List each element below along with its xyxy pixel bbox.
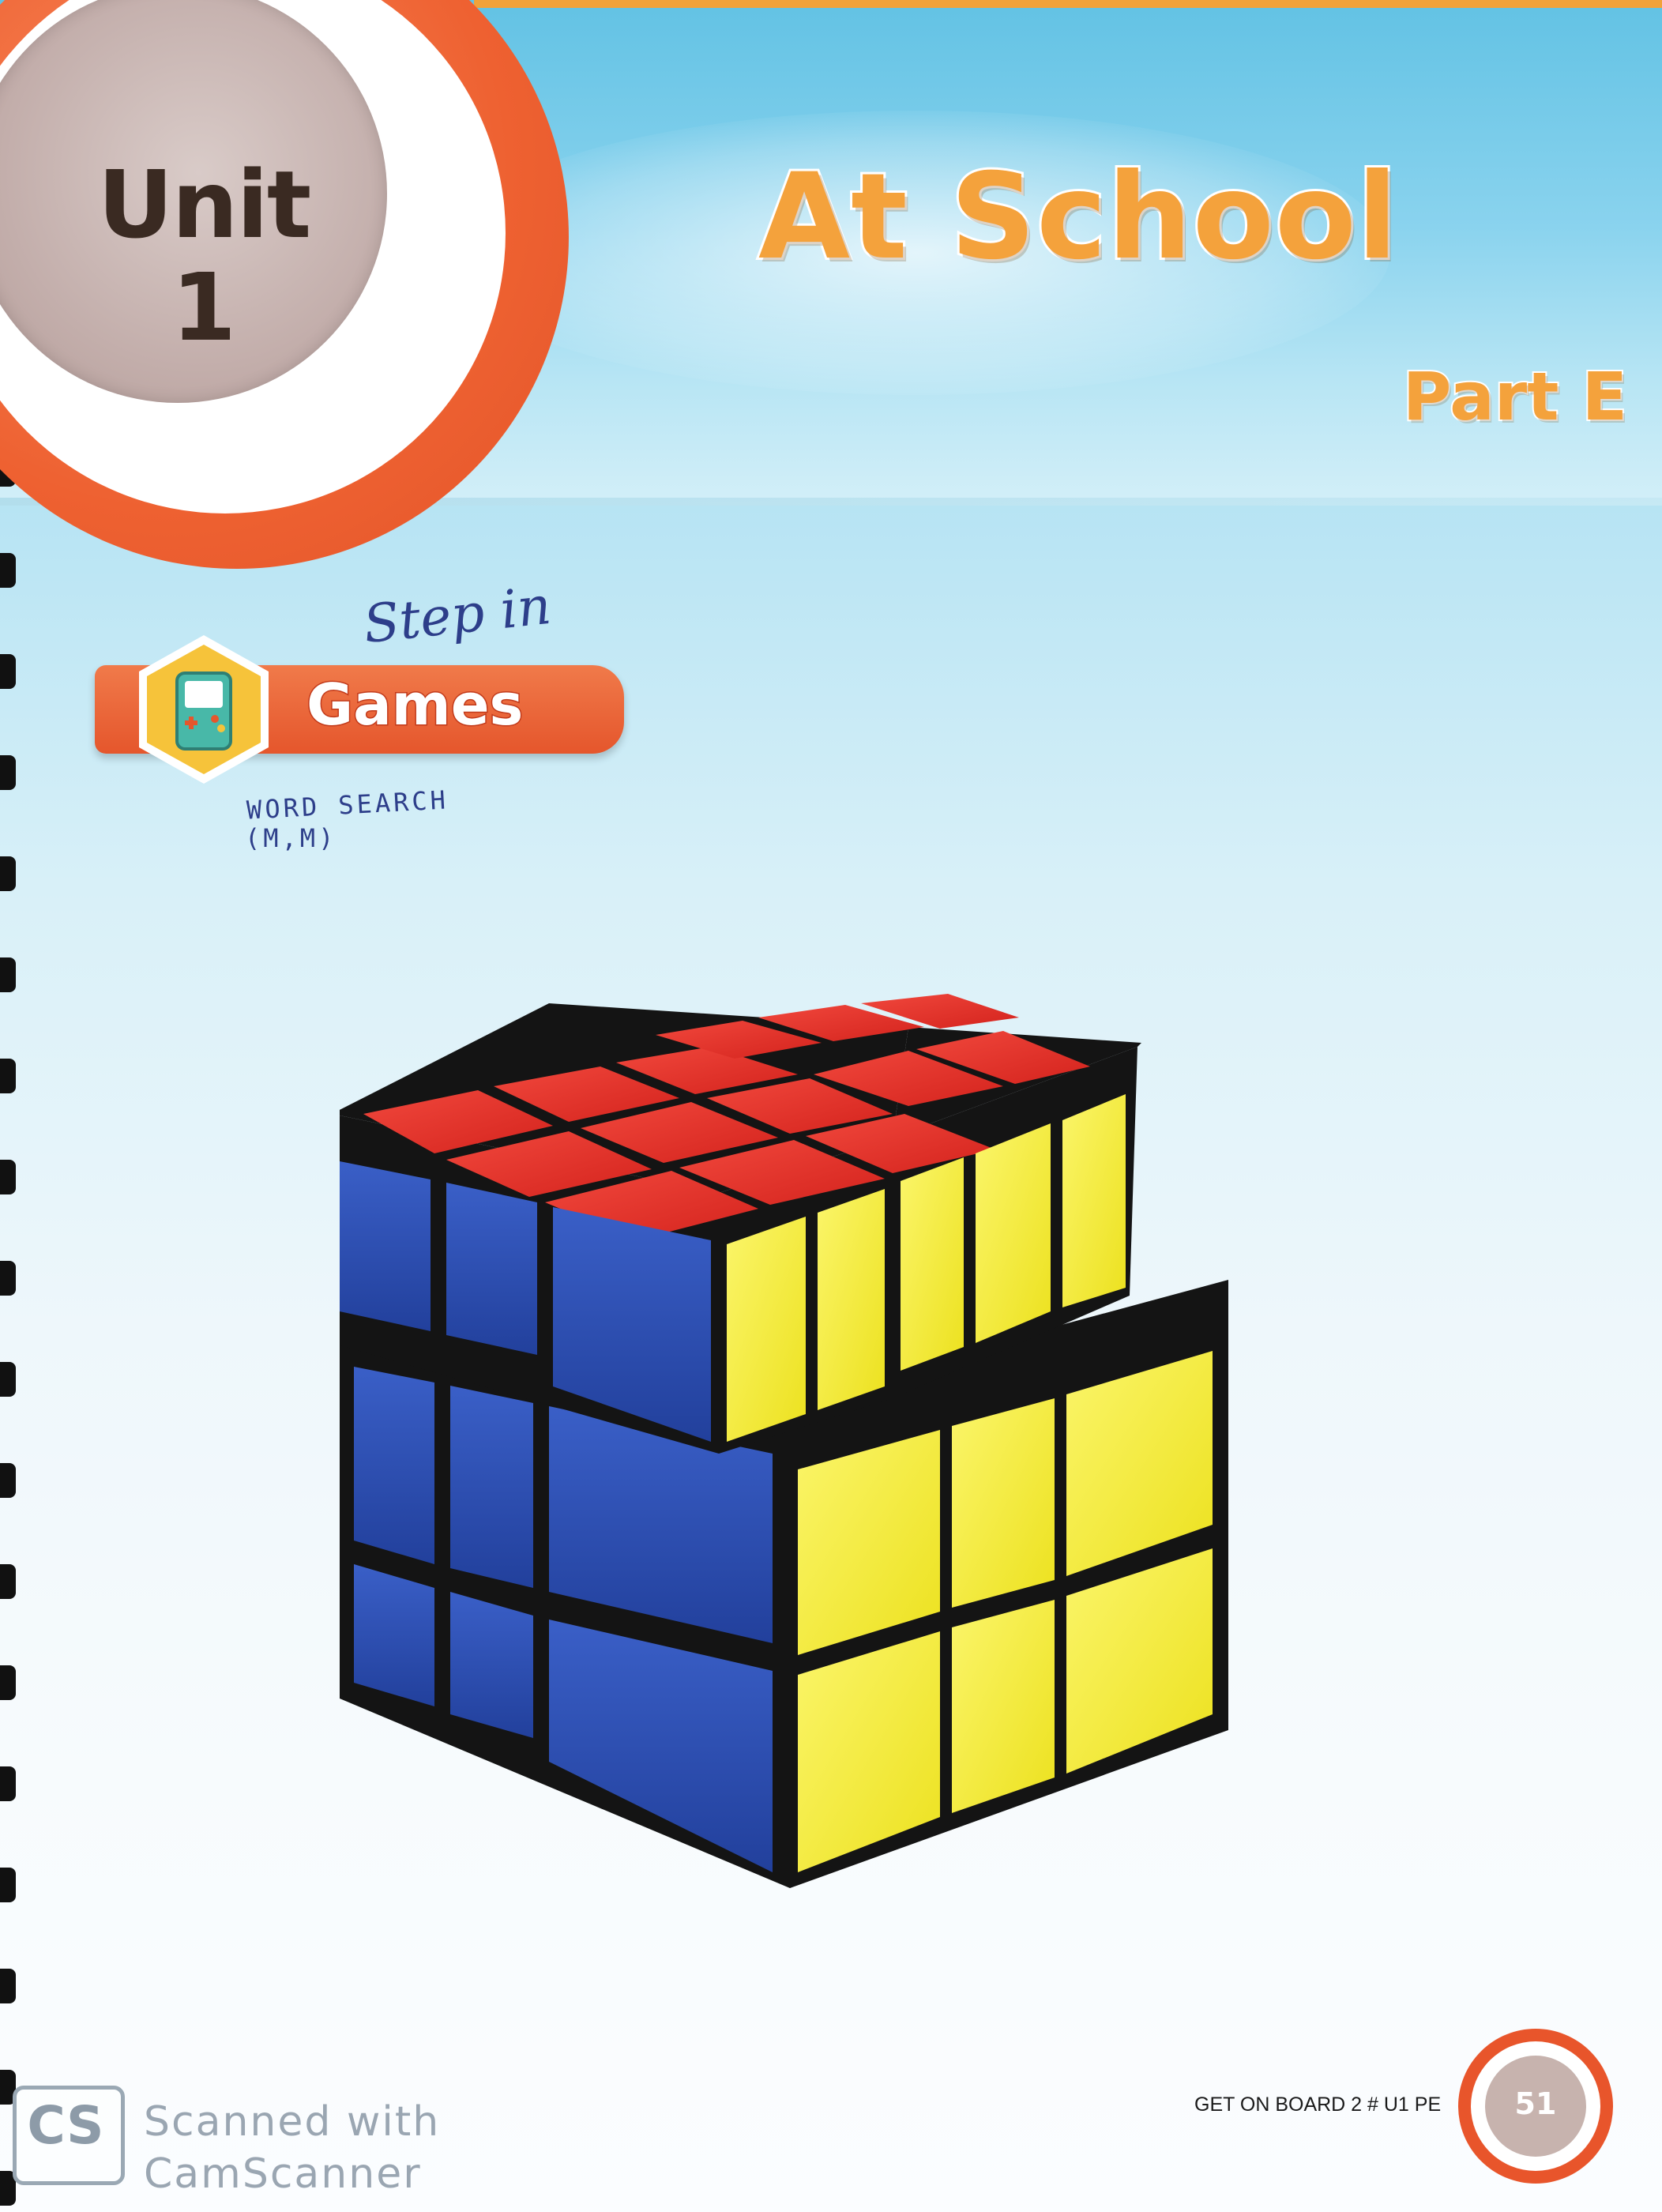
part-label: Part E	[1401, 358, 1629, 435]
binding-ring	[0, 755, 16, 790]
unit-label: Unit	[97, 150, 312, 259]
top-accent-strip	[474, 0, 1662, 8]
binding-ring	[0, 553, 16, 588]
binding-ring	[0, 1261, 16, 1296]
handwritten-note-step: Step in	[360, 574, 555, 656]
binding-ring	[0, 1665, 16, 1700]
watermark-line-2: CamScanner	[144, 2150, 422, 2198]
page-title: At School	[756, 149, 1400, 286]
binding-ring	[0, 1564, 16, 1599]
binding-ring	[0, 957, 16, 992]
unit-number: 1	[171, 253, 237, 362]
camscanner-logo-text: CS	[27, 2095, 104, 2156]
binding-ring	[0, 654, 16, 689]
section-label-games: Games	[306, 672, 525, 738]
textbook-page: Unit 1 At School Part E Games Step in WO…	[0, 0, 1662, 2212]
binding-ring	[0, 1868, 16, 1902]
binding-ring	[0, 1362, 16, 1397]
game-console-icon	[139, 635, 269, 784]
binding-ring	[0, 1160, 16, 1194]
watermark-line-1: Scanned with	[144, 2098, 441, 2146]
binding-ring	[0, 1969, 16, 2003]
binding-ring	[0, 1059, 16, 1093]
rubiks-cube-image	[340, 994, 1228, 1888]
handwritten-note-initials: (M,M)	[245, 823, 337, 853]
binding-ring	[0, 1463, 16, 1498]
page-number: 51	[1514, 2086, 1557, 2121]
binding-ring	[0, 856, 16, 891]
binding-ring	[0, 1766, 16, 1801]
handwritten-note-word-search: WORD SEARCH	[246, 784, 449, 826]
